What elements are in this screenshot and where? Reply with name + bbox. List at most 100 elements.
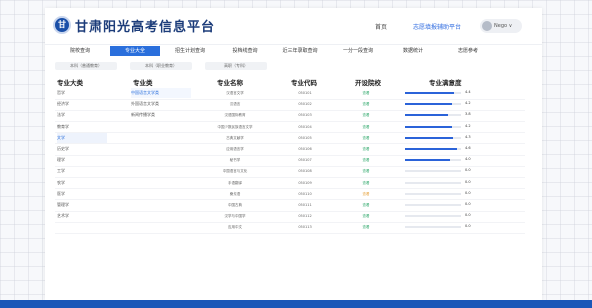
- user-name: Nego ∨: [494, 23, 513, 29]
- major-code: 050107: [298, 158, 312, 163]
- view-schools-link[interactable]: 查看: [351, 133, 381, 143]
- major-code: 050104: [298, 124, 312, 129]
- major-code: 050103: [298, 113, 312, 118]
- satisfaction-bar: [405, 136, 461, 139]
- nav-tab-6[interactable]: 数据统计: [388, 46, 438, 56]
- nav-tab-5[interactable]: 一分一段查询: [333, 46, 383, 56]
- category-item[interactable]: 经济学: [57, 99, 69, 109]
- satisfaction-bar: [405, 170, 461, 173]
- view-schools-link[interactable]: 查看: [351, 110, 381, 120]
- view-schools-link[interactable]: 查看: [351, 200, 381, 210]
- major-name[interactable]: 汉语国际教育: [195, 110, 275, 120]
- view-schools-link[interactable]: 查看: [351, 144, 381, 154]
- major-name[interactable]: 秘书学: [195, 155, 275, 165]
- satisfaction-value: 4.2: [465, 123, 471, 128]
- satisfaction-bar: [405, 204, 461, 206]
- category-item[interactable]: 医学: [57, 189, 65, 199]
- satisfaction-bar-fill: [405, 159, 450, 162]
- satisfaction-value: 4.4: [465, 90, 471, 94]
- nav-tab-3[interactable]: 投档线查询: [220, 46, 270, 56]
- satisfaction-value: 0.0: [465, 202, 471, 206]
- satisfaction-bar: [405, 226, 461, 229]
- header: 甘 甘肃阳光高考信息平台 首页 志愿填报辅助平台 Nego ∨: [45, 8, 542, 44]
- col-name-header: 专业名称: [217, 79, 243, 87]
- subcategory-item[interactable]: 中国语言文学类: [131, 88, 191, 98]
- nav-tab-0[interactable]: 院校查询: [55, 46, 105, 56]
- satisfaction-value: 0.0: [465, 179, 471, 184]
- satisfaction-bar-fill: [405, 114, 448, 117]
- major-name[interactable]: 中国语言与文化: [195, 166, 275, 176]
- col-satisfaction-header: 专业满意度: [429, 79, 462, 87]
- view-schools-link[interactable]: 查看: [351, 178, 381, 188]
- category-item[interactable]: 文学: [57, 132, 107, 143]
- satisfaction-value: 4.3: [465, 134, 471, 139]
- view-schools-link[interactable]: 查看: [351, 122, 381, 132]
- main-panel: 甘 甘肃阳光高考信息平台 首页 志愿填报辅助平台 Nego ∨ 院校查询 专业大全…: [45, 8, 542, 300]
- satisfaction-bar: [405, 114, 461, 117]
- major-name[interactable]: 应用语言学: [195, 144, 275, 154]
- main-nav: 院校查询 专业大全 招生计划查询 投档线查询 近三年录取查询 一分一段查询 数据统计 志愿参考: [45, 44, 542, 56]
- major-code: 050111: [298, 203, 312, 207]
- subcategory-item[interactable]: 外国语言文学类: [131, 99, 159, 109]
- filter-tab-0[interactable]: 本科（普通教育）: [55, 62, 117, 70]
- major-name[interactable]: 中国少数民族语言文学: [195, 122, 275, 132]
- major-name[interactable]: 应用中文: [195, 222, 275, 232]
- satisfaction-bar: [405, 103, 461, 106]
- major-code: 050105: [298, 135, 312, 140]
- major-code: 050106: [298, 147, 312, 151]
- view-schools-link[interactable]: 查看: [351, 166, 381, 176]
- satisfaction-value: 3.8: [465, 112, 471, 117]
- major-code: 050102: [298, 102, 312, 107]
- satisfaction-bar: [405, 159, 461, 162]
- category-item[interactable]: 管理学: [57, 200, 69, 210]
- home-link[interactable]: 首页: [375, 22, 387, 31]
- view-schools-link[interactable]: 查看: [351, 88, 381, 98]
- major-code: 050108: [298, 169, 312, 174]
- subcategory-item[interactable]: 新闻传播学类: [131, 110, 155, 120]
- filter-tab-1[interactable]: 本科（职业教育）: [130, 62, 192, 70]
- major-code: 050109: [298, 180, 312, 185]
- site-logo-icon[interactable]: 甘: [53, 16, 71, 34]
- satisfaction-bar: [405, 181, 461, 184]
- major-name[interactable]: 古典文献学: [195, 133, 275, 143]
- category-item[interactable]: 艺术学: [57, 211, 69, 221]
- satisfaction-value: 4.6: [465, 146, 471, 150]
- major-name[interactable]: 汉学与中国学: [195, 211, 275, 221]
- view-schools-link[interactable]: 查看: [351, 211, 381, 221]
- view-schools-link[interactable]: 查看: [351, 222, 381, 232]
- satisfaction-value: 4.2: [465, 101, 471, 106]
- major-name[interactable]: 桑戈语: [195, 189, 275, 199]
- category-item[interactable]: 工学: [57, 166, 65, 176]
- satisfaction-bar-fill: [405, 125, 453, 128]
- major-name[interactable]: 汉语言: [195, 99, 275, 109]
- category-item[interactable]: 农学: [57, 178, 65, 188]
- view-schools-link[interactable]: 查看: [351, 189, 381, 199]
- satisfaction-bar: [405, 125, 461, 128]
- col-subcategory-header: 专业类: [133, 79, 153, 87]
- category-item[interactable]: 理学: [57, 155, 65, 165]
- category-item[interactable]: 教育学: [57, 122, 69, 132]
- view-schools-link[interactable]: 查看: [351, 99, 381, 109]
- volunteer-platform-link[interactable]: 志愿填报辅助平台: [413, 22, 461, 31]
- col-code-header: 专业代码: [291, 79, 317, 87]
- major-name[interactable]: 汉语言文学: [195, 88, 275, 98]
- major-code: 050101: [298, 91, 312, 95]
- category-item[interactable]: 历史学: [57, 144, 69, 154]
- nav-tab-1[interactable]: 专业大全: [110, 46, 160, 56]
- row-divider: [55, 232, 525, 234]
- nav-tab-2[interactable]: 招生计划查询: [165, 46, 215, 56]
- satisfaction-value: 0.0: [465, 213, 471, 218]
- view-schools-link[interactable]: 查看: [351, 155, 381, 165]
- major-name[interactable]: 中国古典: [195, 200, 275, 210]
- category-item[interactable]: 哲学: [57, 88, 65, 98]
- satisfaction-bar-fill: [405, 103, 453, 106]
- major-code: 050113: [298, 225, 312, 230]
- major-name[interactable]: 手语翻译: [195, 178, 275, 188]
- filter-tab-2[interactable]: 高职（专科）: [205, 62, 267, 70]
- nav-tab-7[interactable]: 志愿参考: [443, 46, 493, 56]
- category-item[interactable]: 法学: [57, 110, 65, 120]
- user-menu[interactable]: Nego ∨: [480, 19, 522, 33]
- satisfaction-bar-fill: [405, 92, 455, 94]
- major-code: 050112: [298, 214, 312, 219]
- nav-tab-4[interactable]: 近三年录取查询: [275, 46, 325, 56]
